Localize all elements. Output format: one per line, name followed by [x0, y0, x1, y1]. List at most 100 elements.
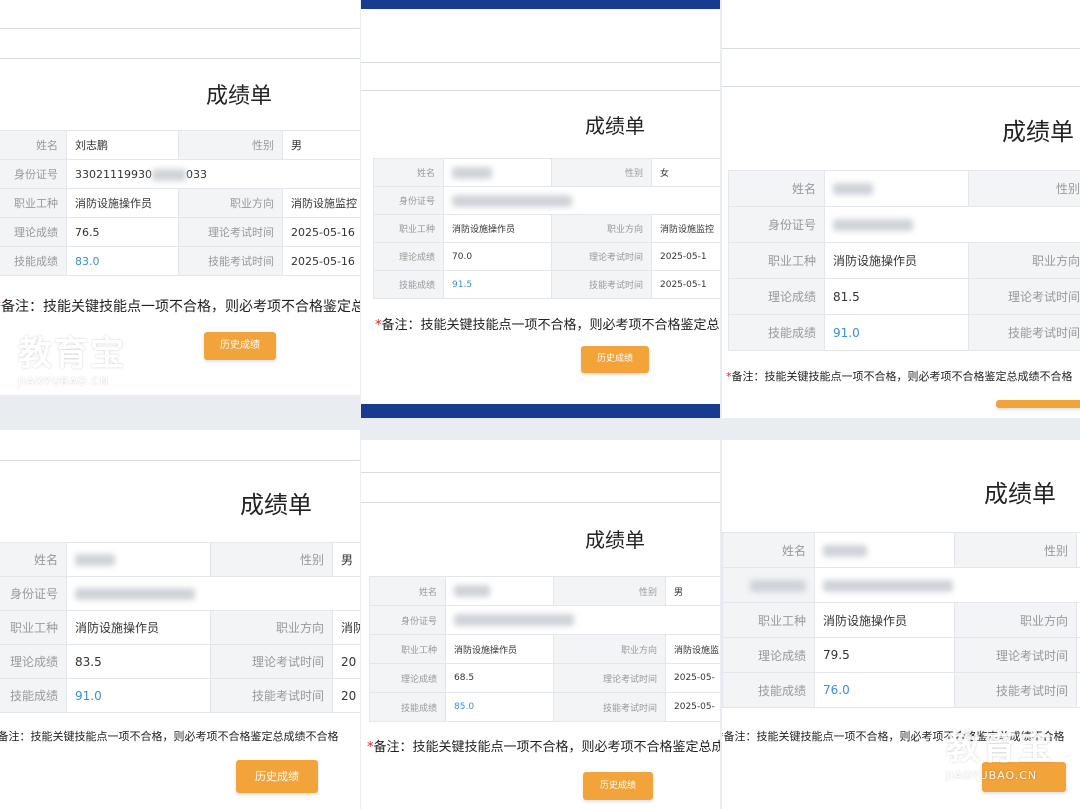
divider	[361, 62, 720, 63]
label-name: 姓名	[722, 532, 815, 568]
score-table: 姓名 性别 男 身份证号 职业工种 消防设施操作员 职业方向 消防 理论成绩 8…	[0, 542, 360, 713]
value-skill-time: 2025-05-16	[282, 246, 360, 276]
value-id	[814, 567, 1080, 603]
score-panel-1: 成绩单 姓名 刘志鹏 性别 男 身份证号 33021119930 033 职业工种…	[0, 0, 360, 395]
label-theory: 理论成绩	[369, 663, 446, 693]
value-skill-time	[1076, 672, 1080, 708]
label-skill-time: 技能考试时间	[553, 692, 666, 722]
label-skill: 技能成绩	[373, 270, 444, 299]
value-job: 消防设施操作员	[445, 634, 554, 664]
history-score-button[interactable]	[996, 400, 1080, 408]
label-gender: 性别	[954, 532, 1077, 568]
value-gender: 男	[665, 576, 720, 606]
value-gender: 男	[332, 542, 360, 577]
value-id	[443, 186, 720, 215]
label-theory-time: 理论考试时间	[178, 217, 283, 247]
score-table: 姓名 性别 身份证号 职业工种 消防设施操作员 职业方向 理论成绩 81.5 理…	[728, 170, 1080, 351]
value-theory-time: 20	[332, 644, 360, 679]
value-job: 消防设施操作员	[66, 188, 179, 218]
label-skill-time: 技能考试时间	[178, 246, 283, 276]
value-id: 33021119930 033	[66, 159, 360, 189]
value-job: 消防设施操作员	[824, 242, 969, 279]
score-table: 姓名 刘志鹏 性别 男 身份证号 33021119930 033 职业工种 消防设…	[0, 130, 360, 276]
label-gender: 性别	[210, 542, 333, 577]
history-score-button[interactable]: 历史成绩	[204, 332, 276, 360]
score-panel-5: 成绩单 姓名 性别 男 身份证号 职业工种 消防设施操作员 职业方向 消防设施监…	[361, 440, 720, 809]
score-panel-3: 成绩单 姓名 性别 身份证号 职业工种 消防设施操作员 职业方向 理论成绩 81…	[722, 0, 1080, 418]
value-skill-time: 2025-05-	[665, 692, 720, 722]
label-job: 职业工种	[728, 242, 825, 279]
value-name	[814, 532, 955, 568]
label-theory: 理论成绩	[0, 217, 67, 247]
label-id: 身份证号	[0, 159, 67, 189]
label-id: 身份证号	[0, 576, 67, 611]
value-skill: 91.5	[443, 270, 552, 299]
page-title: 成绩单	[206, 84, 273, 109]
label-direction: 职业方向	[551, 214, 652, 243]
page-title: 成绩单	[984, 480, 1056, 508]
value-theory: 68.5	[445, 663, 554, 693]
label-direction: 职业方向	[210, 610, 333, 645]
label-job: 职业工种	[722, 602, 815, 638]
value-skill: 85.0	[445, 692, 554, 722]
value-skill-time: 2025-05-1	[651, 270, 720, 299]
history-score-button[interactable]: 历史成绩	[583, 772, 653, 800]
value-name: 刘志鹏	[66, 130, 179, 160]
label-direction: 职业方向	[178, 188, 283, 218]
value-direction: 消防	[332, 610, 360, 645]
label-skill-time: 技能考试时间	[551, 270, 652, 299]
label-job: 职业工种	[369, 634, 446, 664]
value-direction: 消防设施监控	[651, 214, 720, 243]
label-skill: 技能成绩	[369, 692, 446, 722]
label-skill: 技能成绩	[722, 672, 815, 708]
label-job: 职业工种	[373, 214, 444, 243]
label-skill: 技能成绩	[728, 314, 825, 351]
label-skill-time: 技能考试时间	[968, 314, 1080, 351]
remark-text: *备注：技能关键技能点一项不合格，则必考项不合格鉴定总成绩不合格	[0, 730, 339, 743]
remark-text: *备注：技能关键技能点一项不合格，则必考项不合格鉴定总成绩不合格	[0, 299, 360, 315]
label-theory: 理论成绩	[373, 242, 444, 271]
label-job: 职业工种	[0, 610, 67, 645]
value-id	[66, 576, 360, 611]
label-theory: 理论成绩	[0, 644, 67, 679]
value-id	[445, 605, 720, 635]
value-theory: 83.5	[66, 644, 211, 679]
value-skill: 91.0	[66, 678, 211, 713]
remark-text: *备注：技能关键技能点一项不合格，则必考项不合格鉴定总成绩不合格	[375, 318, 720, 333]
label-gender: 性别	[178, 130, 283, 160]
value-theory-time: 2025-05-1	[651, 242, 720, 271]
value-theory: 79.5	[814, 637, 955, 673]
value-direction: 消防设施监	[665, 634, 720, 664]
value-theory: 70.0	[443, 242, 552, 271]
value-skill: 76.0	[814, 672, 955, 708]
value-theory-time	[1076, 637, 1080, 673]
page-title: 成绩单	[240, 491, 312, 519]
value-direction: 消防设施监控	[282, 188, 360, 218]
divider	[0, 460, 360, 461]
value-theory-time: 2025-05-	[665, 663, 720, 693]
watermark: 教育宝 JIAOYUBAO.CN	[946, 728, 1054, 782]
divider	[0, 58, 360, 59]
history-score-button[interactable]: 历史成绩	[581, 346, 649, 373]
label-theory: 理论成绩	[728, 278, 825, 315]
score-panel-6: 成绩单 姓名 性别 职业工种 消防设施操作员 职业方向 理论成绩 79.5 理论…	[722, 440, 1080, 809]
value-theory-time: 2025-05-16	[282, 217, 360, 247]
watermark: 教育宝 JIAOYUBAO.CN	[18, 334, 126, 388]
value-gender	[1076, 532, 1080, 568]
value-gender: 男	[282, 130, 360, 160]
remark-text: *备注：技能关键技能点一项不合格，则必考项不合格鉴定总成绩不合格	[367, 740, 720, 755]
label-theory-time: 理论考试时间	[954, 637, 1077, 673]
label-id: 身份证号	[373, 186, 444, 215]
history-score-button[interactable]: 历史成绩	[236, 760, 318, 793]
label-theory: 理论成绩	[722, 637, 815, 673]
label-skill: 技能成绩	[0, 246, 67, 276]
value-skill: 91.0	[824, 314, 969, 351]
label-name: 姓名	[0, 130, 67, 160]
divider	[722, 48, 1080, 49]
page-title: 成绩单	[585, 528, 645, 552]
score-table: 姓名 性别 男 身份证号 职业工种 消防设施操作员 职业方向 消防设施监 理论成…	[369, 576, 720, 722]
label-direction: 职业方向	[968, 242, 1080, 279]
value-name	[445, 576, 554, 606]
value-job: 消防设施操作员	[66, 610, 211, 645]
divider	[0, 28, 360, 29]
